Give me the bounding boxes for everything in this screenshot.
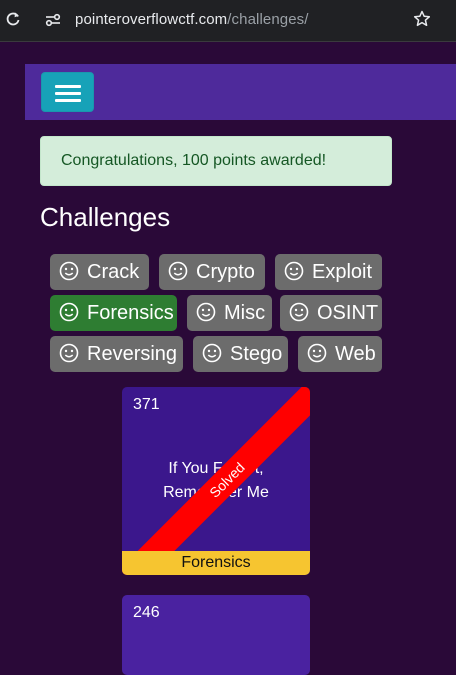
site-info-icon[interactable] — [44, 11, 62, 29]
page-body: Congratulations, 100 points awarded! Cha… — [0, 43, 456, 675]
category-button-stego[interactable]: Stego — [193, 336, 288, 372]
smiley-icon — [168, 261, 188, 281]
smiley-icon — [307, 343, 327, 363]
page-title: Challenges — [40, 202, 171, 232]
category-label: Crypto — [196, 261, 255, 283]
smiley-icon — [196, 302, 216, 322]
category-button-crack[interactable]: Crack — [50, 254, 149, 290]
category-button-misc[interactable]: Misc — [187, 295, 272, 331]
category-label: Web — [335, 343, 376, 365]
category-button-reversing[interactable]: Reversing — [50, 336, 183, 372]
hamburger-icon — [55, 85, 81, 88]
category-button-web[interactable]: Web — [298, 336, 382, 372]
category-button-crypto[interactable]: Crypto — [159, 254, 265, 290]
category-button-osint[interactable]: OSINT — [280, 295, 382, 331]
category-label: OSINT — [317, 302, 379, 324]
category-label: Stego — [230, 343, 283, 365]
challenge-category-label: Forensics — [122, 551, 310, 575]
category-label: Crack — [87, 261, 140, 283]
url-host: pointeroverflowctf.com — [75, 11, 228, 28]
bookmark-star-icon[interactable] — [413, 10, 431, 28]
challenge-points: 246 — [133, 604, 160, 621]
navbar — [25, 64, 456, 120]
reload-icon[interactable] — [5, 11, 21, 27]
address-bar-url[interactable]: pointeroverflowctf.com/challenges/ — [75, 11, 309, 28]
category-label: Misc — [224, 302, 266, 324]
challenge-card[interactable]: 371 If You Forget, Remember Me Solved Fo… — [122, 387, 310, 575]
challenge-points: 371 — [133, 396, 160, 413]
smiley-icon — [59, 302, 79, 322]
url-path: /challenges/ — [227, 11, 309, 28]
category-label: Exploit — [312, 261, 373, 283]
category-label: Reversing — [87, 343, 178, 365]
menu-toggle-button[interactable] — [41, 72, 94, 112]
category-button-forensics[interactable]: Forensics — [50, 295, 177, 331]
category-label: Forensics — [87, 302, 174, 324]
smiley-icon — [202, 343, 222, 363]
smiley-icon — [284, 261, 304, 281]
category-button-exploit[interactable]: Exploit — [275, 254, 382, 290]
browser-toolbar: pointeroverflowctf.com/challenges/ — [0, 0, 456, 42]
smiley-icon — [289, 302, 309, 322]
challenge-card[interactable]: 246 — [122, 595, 310, 675]
success-alert: Congratulations, 100 points awarded! — [40, 136, 392, 186]
smiley-icon — [59, 343, 79, 363]
smiley-icon — [59, 261, 79, 281]
